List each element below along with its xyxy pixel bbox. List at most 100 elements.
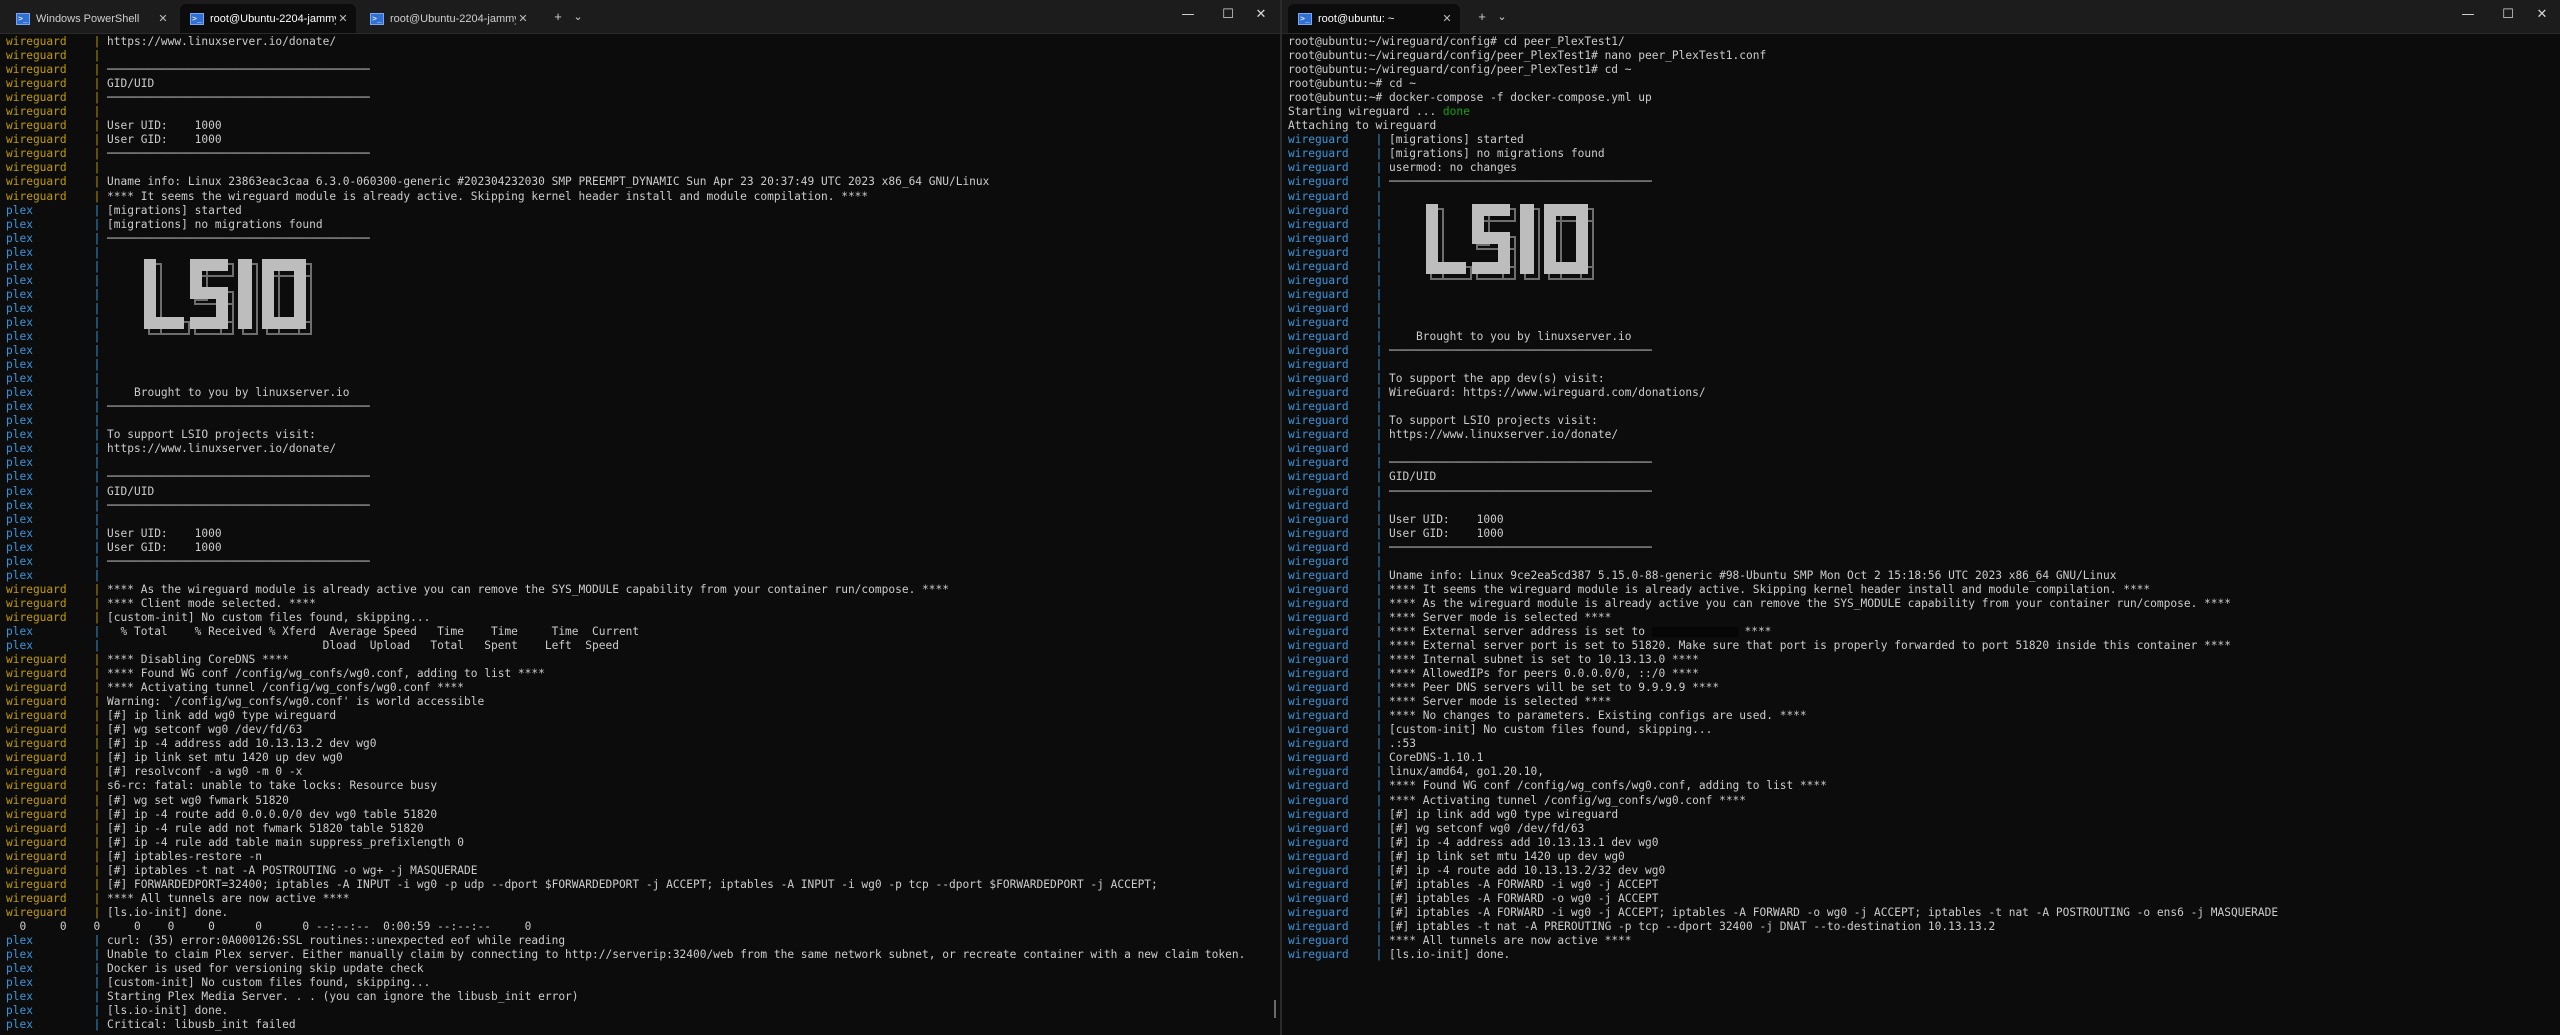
close-icon[interactable]: ✕ [2522,0,2560,33]
service-prefix: wireguard [6,49,67,63]
terminal-line: wireguard | [#] ip -4 rule add not fwmar… [6,821,424,835]
terminal-line: plex | [migrations] no migrations found [6,217,323,231]
line-text: **** As the wireguard module is already … [1382,596,2231,610]
line-text: curl: (35) error:0A000126:SSL routines::… [100,934,566,947]
terminal-line: wireguard | [ls.io-init] done. [6,905,229,919]
terminal-line: wireguard | **** Activating tunnel /conf… [1288,793,1747,807]
service-prefix: wireguard [1288,905,1349,919]
service-prefix: wireguard [1288,919,1349,933]
terminal-line: wireguard | [#] wg set wg0 fwmark 51820 [6,793,289,807]
tab-dropdown-button[interactable]: ⌄ [1494,6,1510,28]
terminal-line: wireguard | [#] resolvconf -a wg0 -m 0 -… [6,765,303,779]
service-prefix: wireguard [1288,414,1349,428]
service-prefix: wireguard [1288,358,1349,372]
close-icon[interactable]: ✕ [1241,0,1280,33]
tab-dropdown-button[interactable]: ⌄ [570,6,586,28]
terminal-line: wireguard | [#] iptables -t nat -A PRERO… [1288,919,1996,933]
line-text: User GID: 1000 [100,133,222,147]
line-text: Docker is used for versioning skip updat… [100,962,424,976]
line-text: **** Server mode is selected **** [1382,610,1612,624]
terminal-icon: >_ [1298,12,1312,25]
tab-root-ubuntu[interactable]: >_ root@ubuntu: ~ ✕ [1288,4,1460,33]
terminal-line: wireguard | User UID: 1000 [1288,512,1504,526]
line-text: Brought to you by linuxserver.io [1382,329,1632,343]
terminal-line: wireguard | [#] iptables-restore -n [6,849,262,863]
terminal-line: plex | [6,358,101,372]
close-tab-icon[interactable]: ✕ [156,12,170,25]
scrollbar[interactable] [1274,1000,1276,1018]
terminal-line: wireguard | [1288,554,1383,568]
terminal-line: wireguard | [#] ip link add wg0 type wir… [1288,807,1619,821]
terminal-line: wireguard | [#] ip link set mtu 1420 up … [1288,849,1625,863]
service-prefix: wireguard [6,133,67,147]
terminal-line: plex | [custom-init] No custom files fou… [6,976,431,990]
terminal-line: wireguard | s6-rc: fatal: unable to take… [6,779,438,793]
line-text: [#] wg setconf wg0 /dev/fd/63 [1382,821,1585,835]
terminal-line: wireguard | [#] ip -4 address add 10.13.… [6,737,377,751]
service-prefix: plex [6,386,33,400]
terminal-line: wireguard | ────────────────────────────… [6,91,370,105]
service-prefix: plex [6,540,33,554]
line-text: [#] resolvconf -a wg0 -m 0 -x [100,765,303,779]
minimize-icon[interactable]: — [2448,0,2488,33]
line-text: [#] iptables -t nat -A PREROUTING -p tcp… [1382,919,1996,933]
close-tab-icon[interactable]: ✕ [516,12,530,25]
terminal-line: wireguard | [#] ip -4 rule add table mai… [6,835,465,849]
service-prefix: wireguard [1288,948,1349,962]
new-tab-button[interactable]: + [548,6,568,28]
terminal-line: wireguard | **** It seems the wireguard … [6,189,869,203]
line-text: [#] iptables -A FORWARD -i wg0 -j ACCEPT [1382,877,1659,891]
line-text: Uname info: Linux 9ce2ea5cd387 5.15.0-88… [1382,568,2117,582]
service-prefix: plex [6,372,33,386]
terminal-line: plex | [6,456,101,470]
service-prefix: wireguard [1288,217,1349,231]
line-text: [#] iptables -t nat -A POSTROUTING -o wg… [100,863,478,877]
terminal-line: plex | curl: (35) error:0A000126:SSL rou… [6,934,566,947]
terminal-line: wireguard | Uname info: Linux 23863eac3c… [6,175,990,189]
line-text: root@ubuntu:~# docker-compose -f docker-… [1288,91,1652,105]
service-prefix: wireguard [6,119,67,133]
line-text: https://www.linuxserver.io/donate/ [1382,428,1619,442]
line-text: GID/UID [100,484,155,498]
new-tab-button[interactable]: + [1472,6,1492,28]
terminal-line: wireguard | **** All tunnels are now act… [1288,934,1632,947]
terminal-line: wireguard | [#] iptables -A FORWARD -i w… [1288,905,2279,919]
tab-windows-powershell[interactable]: >_ Windows PowerShell ✕ [6,4,176,33]
terminal-line: plex | User GID: 1000 [6,540,222,554]
terminal-line: wireguard | ────────────────────────────… [1288,456,1652,470]
service-prefix: wireguard [6,821,67,835]
service-prefix: wireguard [1288,175,1349,189]
terminal-line: wireguard | **** Found WG conf /config/w… [1288,779,1827,793]
line-text: **** All tunnels are now active **** [1382,934,1632,947]
terminal-line: wireguard | ────────────────────────────… [1288,175,1652,189]
terminal-line: plex | Brought to you by linuxserver.io [6,386,350,400]
terminal-line: plex | To support LSIO projects visit: [6,428,316,442]
line-text: [#] iptables -A FORWARD -o wg0 -j ACCEPT [1382,891,1659,905]
tab-root-ubuntu-a[interactable]: >_ root@Ubuntu-2204-jammy-a ✕ [180,4,356,33]
minimize-icon[interactable]: — [1168,0,1208,33]
terminal-output[interactable]: root@ubuntu:~/wireguard/config# cd peer_… [1288,35,2560,1035]
terminal-line: wireguard | GID/UID [1288,470,1437,484]
service-prefix: wireguard [6,105,67,119]
service-prefix: wireguard [1288,681,1349,695]
terminal-line: wireguard | **** It seems the wireguard … [1288,582,2151,596]
terminal-line: plex | Dload Upload Total Spent Left Spe… [6,639,619,653]
line-text: [#] iptables -A FORWARD -i wg0 -j ACCEPT… [1382,905,2279,919]
terminal-line: plex | [6,568,101,582]
terminal-line: wireguard | [custom-init] No custom file… [6,610,431,624]
terminal-output[interactable]: wireguard | https://www.linuxserver.io/d… [6,35,1280,1035]
line-text: [#] wg setconf wg0 /dev/fd/63 [100,723,303,737]
service-prefix: wireguard [6,175,67,189]
line-text: ─────────────────────────────────────── [1382,456,1652,470]
service-prefix: wireguard [1288,863,1349,877]
terminal-line: plex | [6,372,101,386]
close-tab-icon[interactable]: ✕ [336,12,350,25]
service-prefix: wireguard [1288,456,1349,470]
service-prefix: plex [6,442,33,456]
terminal-line: wireguard | [#] ip link set mtu 1420 up … [6,751,343,765]
line-text: To support LSIO projects visit: [1382,414,1598,428]
tab-root-ubuntu-an[interactable]: >_ root@Ubuntu-2204-jammy-an ✕ [360,4,536,33]
terminal-line: plex | [migrations] started [6,203,242,217]
close-tab-icon[interactable]: ✕ [1440,12,1454,25]
line-text: https://www.linuxserver.io/donate/ [100,35,337,48]
